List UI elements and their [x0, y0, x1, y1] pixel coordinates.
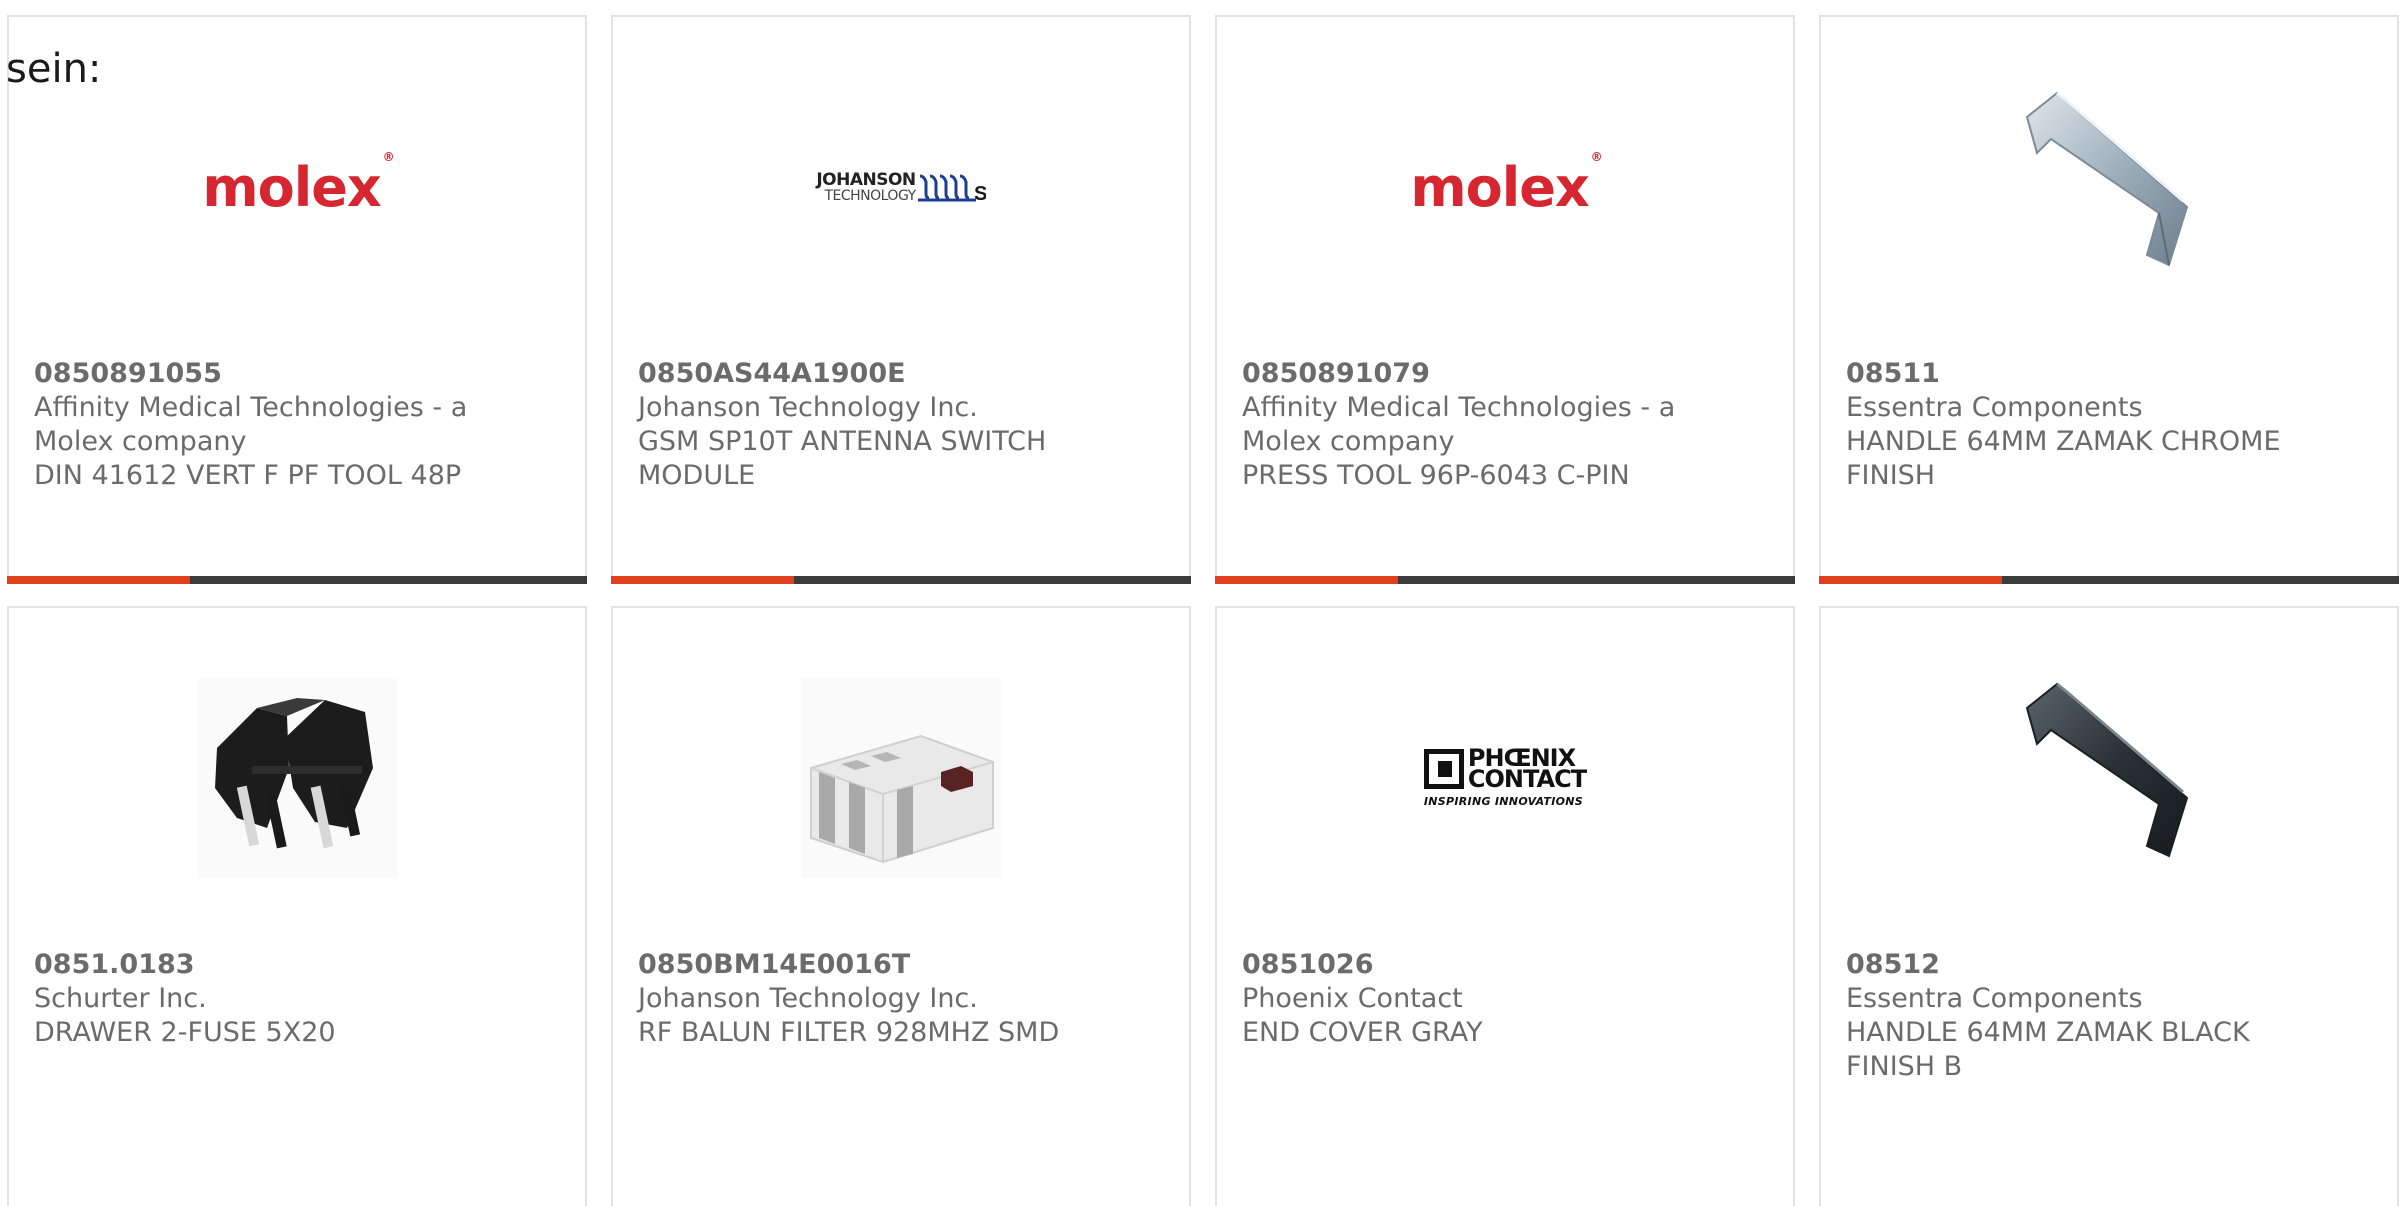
phoenix-logo-tagline: INSPIRING INNOVATIONS — [1423, 795, 1583, 808]
product-card[interactable]: PHŒNIX CONTACT INSPIRING INNOVATIONS 085… — [1215, 606, 1795, 1206]
manufacturer-name: Johanson Technology Inc. — [638, 392, 978, 423]
card-accent-fill — [1215, 576, 1398, 584]
manufacturer-name: Schurter Inc. — [34, 983, 207, 1014]
product-description: GSM SP10T ANTENNA SWITCH MODULE — [638, 426, 1047, 491]
johanson-logo-line1: JOHANSON — [816, 169, 916, 190]
black-handle-icon — [2025, 682, 2189, 858]
johanson-logo: JOHANSON TECHNOLOGY S — [816, 170, 985, 204]
product-description: HANDLE 64MM ZAMAK CHROME FINISH — [1846, 426, 2281, 491]
registered-mark: ® — [1590, 149, 1603, 164]
product-image — [197, 678, 397, 878]
product-description: DRAWER 2-FUSE 5X20 — [34, 1017, 336, 1048]
manufacturer-name: Affinity Medical Technologies - a Molex … — [34, 392, 468, 457]
phoenix-mark-icon — [1423, 749, 1464, 789]
product-info: 0850AS44A1900E Johanson Technology Inc. … — [638, 357, 1164, 493]
product-info: 0851026 Phoenix Contact END COVER GRAY — [1242, 948, 1768, 1050]
registered-mark: ® — [382, 149, 395, 164]
product-card[interactable]: 0850BM14E0016T Johanson Technology Inc. … — [611, 606, 1191, 1206]
product-description: HANDLE 64MM ZAMAK BLACK FINISH B — [1846, 1017, 2250, 1082]
part-number[interactable]: 0851026 — [1242, 948, 1768, 982]
johanson-waves-icon: S — [917, 174, 986, 204]
product-image — [2009, 678, 2209, 878]
manufacturer-name: Affinity Medical Technologies - a Molex … — [1242, 392, 1676, 457]
product-description: END COVER GRAY — [1242, 1017, 1483, 1048]
part-number[interactable]: 0850891079 — [1242, 357, 1768, 391]
part-number[interactable]: 0850BM14E0016T — [638, 948, 1164, 982]
product-info: 08511 Essentra Components HANDLE 64MM ZA… — [1846, 357, 2372, 493]
phoenix-logo-line2: CONTACT — [1467, 765, 1587, 793]
fuse-drawer-icon — [197, 678, 397, 878]
card-accent-fill — [7, 576, 190, 584]
manufacturer-name: Essentra Components — [1846, 983, 2143, 1014]
johanson-logo-text: JOHANSON TECHNOLOGY — [816, 169, 916, 204]
product-info: 0850BM14E0016T Johanson Technology Inc. … — [638, 948, 1164, 1050]
card-accent-fill — [611, 576, 794, 584]
svg-text:S: S — [974, 183, 986, 204]
product-description: PRESS TOOL 96P-6043 C-PIN — [1242, 460, 1630, 491]
product-card[interactable]: 0851.0183 Schurter Inc. DRAWER 2-FUSE 5X… — [7, 606, 587, 1206]
card-accent-bar — [611, 576, 1191, 584]
product-card[interactable]: JOHANSON TECHNOLOGY S 0850AS44A1900E Joh… — [611, 15, 1191, 584]
part-number[interactable]: 08511 — [1846, 357, 2372, 391]
product-info: 08512 Essentra Components HANDLE 64MM ZA… — [1846, 948, 2372, 1084]
product-description: DIN 41612 VERT F PF TOOL 48P — [34, 460, 462, 491]
product-info: 0850891079 Affinity Medical Technologies… — [1242, 357, 1768, 493]
product-card[interactable]: molex ® 0850891055 Affinity Medical Techn… — [7, 15, 587, 584]
phoenix-logo-top: PHŒNIX CONTACT — [1423, 746, 1587, 793]
page-fragment-text: sein: — [6, 46, 102, 92]
manufacturer-name: Essentra Components — [1846, 392, 2143, 423]
product-image — [801, 678, 1001, 878]
molex-logo-text: molex — [1410, 155, 1589, 219]
phoenix-contact-logo: PHŒNIX CONTACT INSPIRING INNOVATIONS — [1423, 746, 1587, 808]
part-number[interactable]: 0850891055 — [34, 357, 560, 391]
product-info: 0850891055 Affinity Medical Technologies… — [34, 357, 560, 493]
product-description: RF BALUN FILTER 928MHZ SMD — [638, 1017, 1060, 1048]
product-card[interactable]: 08512 Essentra Components HANDLE 64MM ZA… — [1819, 606, 2399, 1206]
product-grid: molex ® 0850891055 Affinity Medical Techn… — [7, 15, 2400, 1206]
product-card[interactable]: 08511 Essentra Components HANDLE 64MM ZA… — [1819, 15, 2399, 584]
product-info: 0851.0183 Schurter Inc. DRAWER 2-FUSE 5X… — [34, 948, 560, 1050]
card-accent-fill — [1819, 576, 2002, 584]
part-number[interactable]: 08512 — [1846, 948, 2372, 982]
product-image — [2009, 87, 2209, 287]
part-number[interactable]: 0850AS44A1900E — [638, 357, 1164, 391]
molex-logo: molex ® — [1410, 150, 1602, 219]
manufacturer-logo: JOHANSON TECHNOLOGY S — [801, 87, 1001, 287]
manufacturer-name: Phoenix Contact — [1242, 983, 1463, 1014]
molex-logo: molex ® — [202, 150, 394, 219]
product-card[interactable]: molex ® 0850891079 Affinity Medical Techn… — [1215, 15, 1795, 584]
card-accent-bar — [1215, 576, 1795, 584]
manufacturer-logo: molex ® — [1405, 87, 1605, 287]
johanson-logo-line2: TECHNOLOGY — [824, 187, 916, 204]
manufacturer-name: Johanson Technology Inc. — [638, 983, 978, 1014]
chrome-handle-icon — [2025, 91, 2189, 267]
molex-logo-text: molex — [202, 155, 381, 219]
manufacturer-logo: molex ® — [197, 87, 397, 287]
phoenix-logo-words: PHŒNIX CONTACT — [1467, 746, 1587, 793]
part-number[interactable]: 0851.0183 — [34, 948, 560, 982]
manufacturer-logo: PHŒNIX CONTACT INSPIRING INNOVATIONS — [1405, 678, 1605, 878]
balun-chip-icon — [801, 678, 1001, 878]
card-accent-bar — [1819, 576, 2399, 584]
card-accent-bar — [7, 576, 587, 584]
